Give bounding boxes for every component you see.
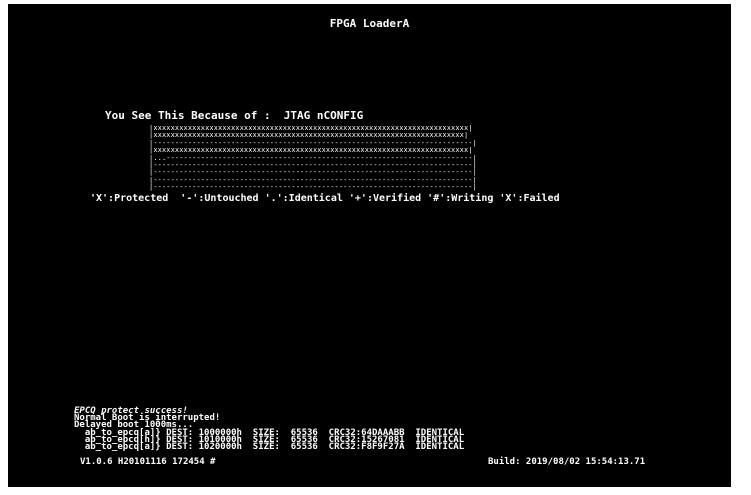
boot-reason-text: You See This Because of : JTAG nCONFIG bbox=[105, 109, 364, 122]
flash-map-row: |---------------------------------------… bbox=[149, 169, 477, 177]
flash-map-row: |---------------------------------------… bbox=[149, 176, 477, 184]
build-timestamp: Build: 2019/08/02 15:54:13.71 bbox=[488, 457, 646, 467]
screen-title: FPGA LoaderA bbox=[329, 17, 410, 30]
flash-map-row: |xxxxxxxxxxxxxxxxxxxxxxxxxxxxxxxxxxxxxxx… bbox=[149, 132, 469, 140]
flash-map-row: |...------------------------------------… bbox=[149, 154, 477, 162]
flash-map-row: |---------------------------------------… bbox=[149, 139, 477, 147]
boot-loader-screen: FPGA LoaderA You See This Because of : J… bbox=[8, 4, 731, 487]
boot-log: EPCQ protect success! Normal Boot is int… bbox=[74, 406, 465, 453]
flash-sector-map: |xxxxxxxxxxxxxxxxxxxxxxxxxxxxxxxxxxxxxxx… bbox=[149, 125, 649, 192]
flash-map-row: |---------------------------------------… bbox=[149, 184, 477, 192]
log-line: ab_to_epcq[a]} DEST: 1020000h SIZE: 6553… bbox=[74, 442, 465, 453]
version-text: V1.0.6 H20101116 172454 # bbox=[80, 457, 216, 467]
flash-map-row: |---------------------------------------… bbox=[149, 162, 477, 170]
flash-map-row: |xxxxxxxxxxxxxxxxxxxxxxxxxxxxxxxxxxxxxxx… bbox=[149, 147, 473, 155]
flash-map-row: |xxxxxxxxxxxxxxxxxxxxxxxxxxxxxxxxxxxxxxx… bbox=[149, 125, 473, 132]
flash-map-legend: 'X':Protected '-':Untouched '.':Identica… bbox=[90, 193, 560, 204]
